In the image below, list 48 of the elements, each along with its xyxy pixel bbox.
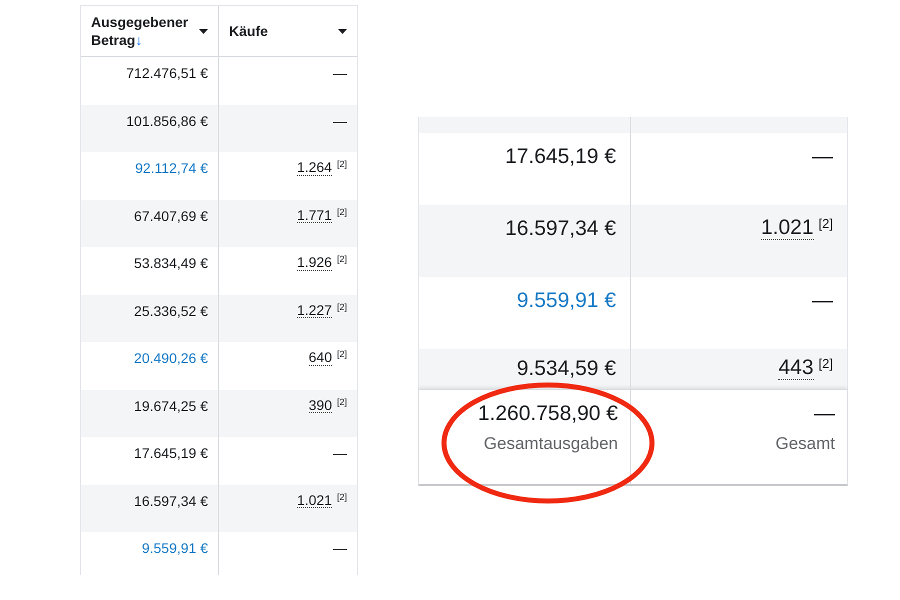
sort-arrow-icon: ↓ <box>135 32 142 48</box>
footnote-mark: [2] <box>818 217 833 230</box>
amount-text: 9.559,91 € <box>516 289 616 313</box>
empty-dash: — <box>333 445 347 461</box>
amount-text: 16.597,34 € <box>134 492 208 508</box>
amount-text: 19.674,25 € <box>134 398 208 414</box>
amount-text: 712.476,51 € <box>126 65 208 81</box>
purchases-count[interactable]: 443 <box>778 357 814 380</box>
purchases-count[interactable]: 1.021 <box>760 217 814 240</box>
amount-text: 67.407,69 € <box>134 208 208 224</box>
empty-dash: — <box>812 145 833 169</box>
purchases-count[interactable]: 1.021 <box>296 492 332 508</box>
total-label: Gesamtausgaben <box>484 434 618 454</box>
footnote-mark: [2] <box>336 398 347 406</box>
column-header[interactable]: Käufe <box>218 6 357 56</box>
amount-text: 101.856,86 € <box>126 112 208 128</box>
empty-dash: — <box>333 65 347 81</box>
amount-text: 9.559,91 € <box>142 540 208 556</box>
total-value: 1.260.758,90 € <box>478 402 618 426</box>
purchases-count[interactable]: 1.926 <box>296 255 332 271</box>
footnote-mark: [2] <box>336 350 347 359</box>
total-label: Gesamt <box>775 434 835 454</box>
dropdown-caret-icon[interactable] <box>338 28 347 34</box>
empty-dash: — <box>333 112 347 128</box>
dropdown-caret-icon[interactable] <box>199 28 208 34</box>
footnote-mark: [2] <box>336 302 347 312</box>
purchases-count[interactable]: 1.771 <box>296 208 332 224</box>
column-header[interactable]: Ausgegebener Betrag↓ <box>81 6 218 56</box>
footnote-mark: [2] <box>336 160 347 169</box>
footnote-mark: [2] <box>336 492 347 502</box>
amount-text: 17.645,19 € <box>134 445 208 461</box>
footnote-mark: [2] <box>336 208 347 216</box>
amount-text: 92.112,74 € <box>135 160 208 176</box>
amount-text: 53.834,49 € <box>134 255 208 271</box>
amount-text: 16.597,34 € <box>505 217 616 241</box>
total-value: — <box>814 402 835 426</box>
footnote-mark: [2] <box>336 255 347 264</box>
empty-dash: — <box>333 540 347 556</box>
purchases-count[interactable]: 1.264 <box>296 160 332 176</box>
amount-text: 9.534,59 € <box>516 357 616 381</box>
empty-dash: — <box>812 289 833 313</box>
amount-text: 25.336,52 € <box>134 302 208 318</box>
purchases-count[interactable]: 1.227 <box>296 302 332 318</box>
purchases-count[interactable]: 640 <box>308 350 332 366</box>
footnote-mark: [2] <box>818 357 833 370</box>
amount-text: 17.645,19 € <box>505 145 616 169</box>
purchases-count[interactable]: 390 <box>308 398 332 414</box>
amount-text: 20.490,26 € <box>134 350 208 366</box>
